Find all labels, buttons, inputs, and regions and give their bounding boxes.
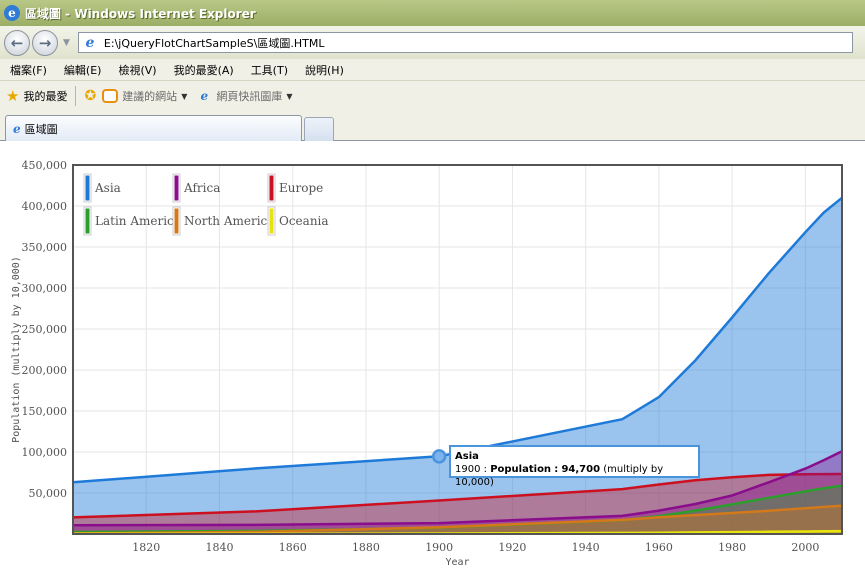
legend-swatch xyxy=(85,208,90,234)
tooltip-value: 94,700 xyxy=(561,464,601,475)
y-tick-label: 350,000 xyxy=(22,241,68,254)
legend-label: North America xyxy=(184,214,274,228)
back-button[interactable]: ← xyxy=(4,29,30,56)
x-tick-label: 1820 xyxy=(132,541,160,554)
menu-favorites[interactable]: 我的最愛(A) xyxy=(174,62,234,78)
toolbar-separator xyxy=(75,86,77,106)
address-bar[interactable]: e E:\jQueryFlotChartSampleS\區域圖.HTML xyxy=(77,32,853,53)
back-arrow-icon: ← xyxy=(10,33,24,52)
new-tab-button[interactable] xyxy=(304,117,334,141)
y-tick-label: 100,000 xyxy=(22,446,68,459)
navigation-bar: ← → ▼ e E:\jQueryFlotChartSampleS\區域圖.HT… xyxy=(0,26,865,59)
tab-active[interactable]: e 區域圖 xyxy=(5,115,302,142)
web-slice-gallery-button[interactable]: 網頁快訊圖庫 xyxy=(216,88,282,104)
menu-bar: 檔案(F) 編輯(E) 檢視(V) 我的最愛(A) 工具(T) 說明(H) xyxy=(0,59,865,81)
legend-swatch xyxy=(85,175,90,201)
address-url[interactable]: E:\jQueryFlotChartSampleS\區域圖.HTML xyxy=(104,35,325,51)
y-tick-label: 250,000 xyxy=(22,323,68,336)
tab-page-icon: e xyxy=(13,122,21,136)
favorites-button[interactable]: 我的最愛 xyxy=(23,88,67,104)
tooltip-separator: : xyxy=(483,464,488,475)
window-title-bar: e 區域圖 - Windows Internet Explorer xyxy=(0,0,865,26)
tooltip-series: Asia xyxy=(455,451,479,462)
x-tick-label: 1920 xyxy=(498,541,526,554)
tab-label: 區域圖 xyxy=(24,123,58,136)
y-axis-title: Population (multiply by 10,000) xyxy=(11,256,22,443)
legend-swatch xyxy=(174,208,179,234)
y-tick-label: 400,000 xyxy=(22,200,68,213)
add-to-favorites-icon[interactable]: ✪ xyxy=(84,88,96,104)
chevron-down-icon[interactable]: ▼ xyxy=(181,92,187,101)
y-tick-label: 200,000 xyxy=(22,364,68,377)
legend-label: Asia xyxy=(94,181,121,195)
legend-label: Europe xyxy=(279,181,323,195)
page-icon: e xyxy=(85,34,95,51)
legend-label: Latin America xyxy=(95,214,181,228)
area-chart: 1820 1840 1860 1880 1900 1920 1940 1960 1980 2000… xyxy=(11,159,843,568)
suggested-sites-icon xyxy=(102,89,119,103)
tooltip-separator: : xyxy=(554,464,559,475)
web-slice-icon: e xyxy=(200,89,209,103)
legend-label: Oceania xyxy=(279,214,329,228)
forward-arrow-icon: → xyxy=(38,33,52,52)
ie-logo-icon: e xyxy=(4,5,20,21)
tooltip-note: (multiply by 10,000) xyxy=(455,464,664,488)
window-title: 區域圖 - Windows Internet Explorer xyxy=(25,6,256,21)
x-tick-label: 1880 xyxy=(352,541,380,554)
menu-edit[interactable]: 編輯(E) xyxy=(64,62,102,78)
hover-point-marker xyxy=(431,449,447,464)
page-content: 1820 1840 1860 1880 1900 1920 1940 1960 1980 2000… xyxy=(0,141,865,582)
x-tick-label: 1940 xyxy=(572,541,600,554)
favorites-star-icon[interactable]: ★ xyxy=(6,87,19,105)
legend-label: Africa xyxy=(183,181,220,195)
x-tick-label: 1860 xyxy=(279,541,307,554)
menu-file[interactable]: 檔案(F) xyxy=(10,62,47,78)
legend-swatch xyxy=(269,175,274,201)
menu-tools[interactable]: 工具(T) xyxy=(251,62,288,78)
tooltip-detail: 1900 : Population : 94,700 (multiply by … xyxy=(455,463,694,489)
legend-swatch xyxy=(174,175,179,201)
y-tick-label: 300,000 xyxy=(22,282,68,295)
tab-row: e 區域圖 xyxy=(0,111,865,142)
forward-button[interactable]: → xyxy=(32,29,58,56)
x-tick-label: 1980 xyxy=(718,541,746,554)
tooltip-year: 1900 xyxy=(455,464,481,475)
history-dropdown-icon[interactable]: ▼ xyxy=(63,38,70,48)
menu-help[interactable]: 說明(H) xyxy=(305,62,344,78)
y-tick-label: 50,000 xyxy=(29,487,68,500)
favorites-bar: ★ 我的最愛 ✪ 建議的網站 ▼ e 網頁快訊圖庫 ▼ xyxy=(0,81,865,111)
chart-tooltip: Asia 1900 : Population : 94,700 (multipl… xyxy=(449,445,700,488)
suggested-sites-button[interactable]: 建議的網站 xyxy=(122,88,177,104)
x-tick-label: 1840 xyxy=(205,541,233,554)
tooltip-metric: Population xyxy=(490,464,552,475)
legend-swatch xyxy=(269,208,274,234)
y-tick-label: 450,000 xyxy=(22,159,68,172)
menu-view[interactable]: 檢視(V) xyxy=(118,62,156,78)
y-tick-label: 150,000 xyxy=(22,405,68,418)
x-tick-label: 1900 xyxy=(425,541,453,554)
chevron-down-icon[interactable]: ▼ xyxy=(286,92,292,101)
x-tick-label: 1960 xyxy=(645,541,673,554)
x-tick-label: 2000 xyxy=(791,541,819,554)
x-axis-title: Year xyxy=(445,557,469,568)
